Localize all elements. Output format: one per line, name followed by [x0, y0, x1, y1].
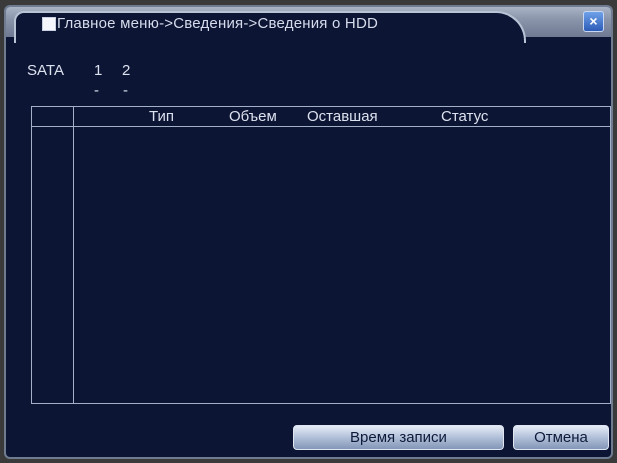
- column-header-capacity: Объем: [229, 108, 277, 125]
- close-icon[interactable]: ×: [583, 11, 604, 32]
- hdd-info-window: Главное меню->Сведения->Сведения о HDD ×…: [4, 5, 613, 459]
- title-square-icon: [42, 17, 56, 31]
- sata-port-2-status: -: [123, 82, 128, 99]
- table-divider-vertical: [73, 107, 74, 403]
- table-divider-horizontal: [32, 126, 610, 127]
- column-header-status: Статус: [441, 108, 489, 125]
- hdd-table: Тип Объем Оставшая Статус: [31, 106, 611, 404]
- sata-port-1-status: -: [94, 82, 99, 99]
- window-title: Главное меню->Сведения->Сведения о HDD: [57, 15, 379, 32]
- column-header-remaining: Оставшая: [307, 108, 378, 125]
- column-header-type: Тип: [149, 108, 175, 125]
- sata-port-1[interactable]: 1: [94, 62, 102, 79]
- sata-label: SATA: [27, 62, 64, 79]
- cancel-button[interactable]: Отмена: [513, 425, 609, 450]
- title-bar: Главное меню->Сведения->Сведения о HDD ×: [6, 7, 611, 43]
- record-time-button[interactable]: Время записи: [293, 425, 504, 450]
- sata-port-2[interactable]: 2: [122, 62, 130, 79]
